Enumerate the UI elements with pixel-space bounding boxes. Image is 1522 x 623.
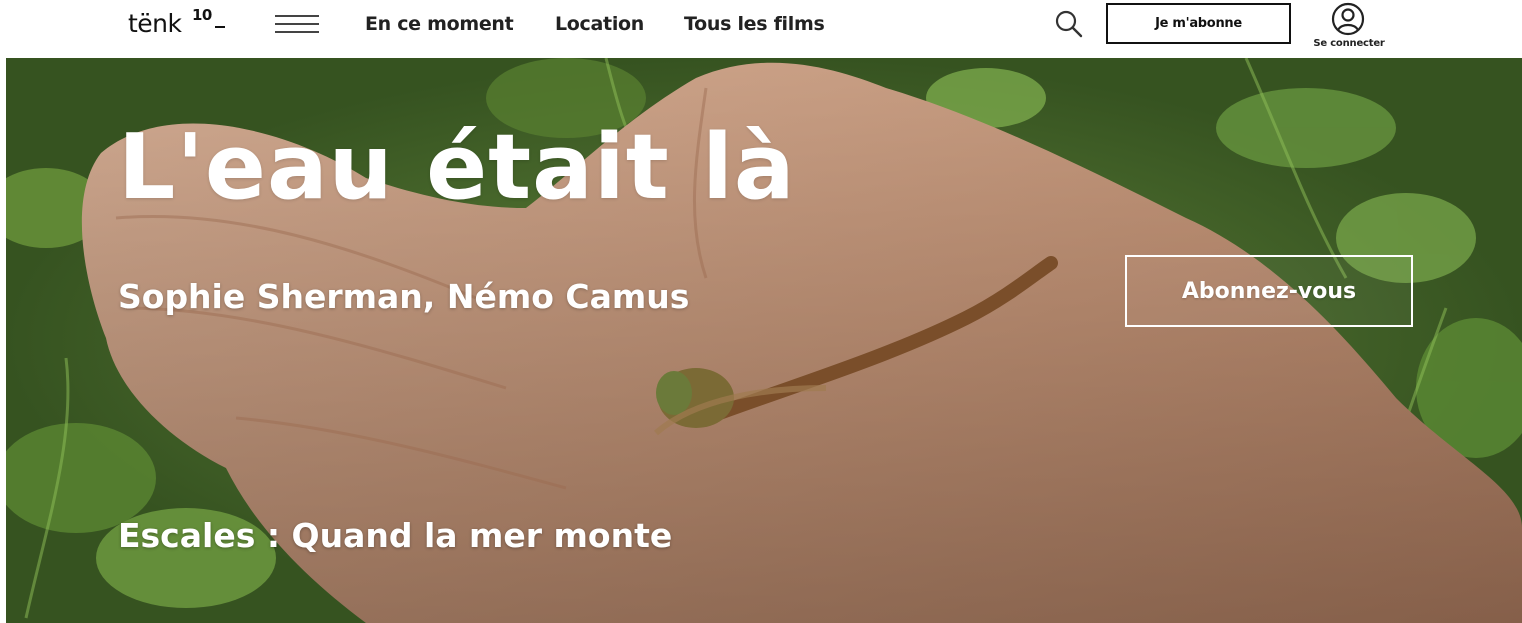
- logo-underline: [215, 26, 225, 28]
- collection-link[interactable]: Escales : Quand la mer monte: [118, 513, 672, 559]
- hamburger-menu-icon[interactable]: [275, 13, 319, 35]
- nav-tous-les-films[interactable]: Tous les films: [684, 10, 825, 38]
- search-icon[interactable]: [1053, 8, 1085, 40]
- login-label: Se connecter: [1313, 38, 1385, 49]
- nav-en-ce-moment[interactable]: En ce moment: [365, 10, 514, 38]
- user-circle-icon: [1331, 2, 1365, 36]
- abonnez-vous-button[interactable]: Abonnez-vous: [1125, 255, 1413, 327]
- site-logo[interactable]: tënk: [128, 8, 182, 40]
- film-directors: Sophie Sherman, Némo Camus: [118, 277, 690, 316]
- hero-banner[interactable]: L'eau était là Sophie Sherman, Némo Camu…: [6, 58, 1522, 623]
- logo-anniversary-number: 10: [192, 6, 212, 24]
- login-button[interactable]: Se connecter: [1300, 0, 1410, 58]
- subscribe-button[interactable]: Je m'abonne: [1106, 3, 1291, 44]
- nav-location[interactable]: Location: [555, 10, 644, 38]
- film-title[interactable]: L'eau était là: [118, 108, 796, 228]
- site-header: tënk 10 En ce moment Location Tous les f…: [0, 0, 1522, 58]
